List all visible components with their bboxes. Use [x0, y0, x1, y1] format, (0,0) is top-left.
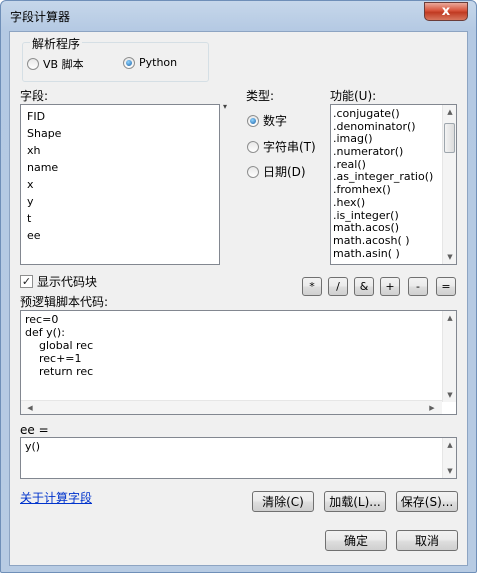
fields-label: 字段: — [20, 89, 49, 103]
load-button[interactable]: 加载(L)... — [324, 491, 386, 512]
prelogic-label: 预逻辑脚本代码: — [20, 295, 109, 309]
close-button[interactable]: x — [424, 2, 468, 21]
fields-sort-dropdown-icon[interactable]: ▾ — [223, 102, 227, 111]
expression-vscrollbar[interactable]: ▲ ▼ — [442, 438, 456, 478]
field-item-y[interactable]: y — [21, 193, 219, 210]
field-calculator-window: 字段计算器 x 解析程序 VB 脚本 Python 字段: FID Shape … — [0, 0, 477, 573]
expression-label: ee = — [20, 423, 49, 437]
parser-python-radio[interactable]: Python — [123, 56, 177, 69]
type-label: 类型: — [246, 89, 275, 103]
dialog-client-area: 解析程序 VB 脚本 Python 字段: FID Shape xh name … — [9, 31, 468, 566]
operator-equals-button[interactable]: = — [436, 277, 456, 296]
operator-divide-button[interactable]: / — [328, 277, 348, 296]
function-item[interactable]: .fromhex() — [331, 183, 456, 197]
prelogic-code-text: rec=0 def y(): global rec rec+=1 return … — [25, 313, 94, 378]
radio-number-icon — [247, 114, 259, 127]
functions-items: .conjugate() .denominator() .imag() .num… — [331, 105, 456, 260]
function-item[interactable]: math.acos() — [331, 221, 456, 235]
expression-code-text: y() — [25, 440, 41, 453]
scroll-up-icon[interactable]: ▲ — [443, 438, 457, 452]
type-date-radio[interactable]: 日期(D) — [247, 163, 306, 180]
prelogic-vscrollbar[interactable]: ▲ ▼ — [442, 311, 456, 402]
radio-date-icon — [247, 165, 259, 178]
prelogic-code-textarea[interactable]: rec=0 def y(): global rec rec+=1 return … — [20, 310, 457, 415]
scroll-left-icon[interactable]: ◀ — [23, 401, 37, 414]
parser-vb-label: VB 脚本 — [43, 58, 84, 71]
operator-plus-button[interactable]: + — [380, 277, 400, 296]
field-item-shape[interactable]: Shape — [21, 125, 219, 142]
show-codeblock-checkbox[interactable]: ✓ 显示代码块 — [20, 273, 97, 290]
type-number-radio[interactable]: 数字 — [247, 112, 287, 129]
parser-label: 解析程序 — [30, 35, 83, 52]
scroll-up-icon[interactable]: ▲ — [443, 311, 456, 325]
prelogic-hscrollbar[interactable]: ◀ ▶ — [21, 400, 442, 414]
ok-button[interactable]: 确定 — [325, 530, 387, 551]
operator-minus-button[interactable]: - — [408, 277, 428, 296]
field-item-name[interactable]: name — [21, 159, 219, 176]
save-button[interactable]: 保存(S)... — [396, 491, 458, 512]
scroll-right-icon[interactable]: ▶ — [425, 401, 439, 414]
scroll-up-icon[interactable]: ▲ — [443, 105, 456, 119]
function-item[interactable]: math.acosh( ) — [331, 234, 456, 248]
type-number-label: 数字 — [263, 114, 288, 128]
window-title: 字段计算器 — [10, 10, 71, 24]
checkmark-icon: ✓ — [20, 275, 33, 288]
function-item[interactable]: .conjugate() — [331, 107, 456, 121]
function-item[interactable]: math.asin( ) — [331, 247, 456, 261]
field-item-xh[interactable]: xh — [21, 142, 219, 159]
parser-python-label: Python — [139, 56, 178, 69]
fields-items: FID Shape xh name x y t ee — [21, 105, 219, 244]
operator-multiply-button[interactable]: * — [302, 277, 322, 296]
show-codeblock-label: 显示代码块 — [37, 275, 98, 289]
parser-vb-radio[interactable]: VB 脚本 — [27, 56, 84, 72]
field-item-x[interactable]: x — [21, 176, 219, 193]
type-string-label: 字符串(T) — [263, 140, 316, 154]
operator-and-button[interactable]: & — [354, 277, 374, 296]
functions-scroll-thumb[interactable] — [444, 123, 455, 153]
scroll-down-icon[interactable]: ▼ — [443, 464, 457, 478]
function-item[interactable]: .numerator() — [331, 145, 456, 159]
field-item-t[interactable]: t — [21, 210, 219, 227]
type-string-radio[interactable]: 字符串(T) — [247, 138, 316, 155]
title-bar[interactable]: 字段计算器 x — [1, 1, 476, 31]
field-item-fid[interactable]: FID — [21, 108, 219, 125]
functions-list[interactable]: .conjugate() .denominator() .imag() .num… — [330, 104, 457, 265]
function-item[interactable]: .hex() — [331, 196, 456, 210]
radio-string-icon — [247, 140, 259, 153]
radio-vb-icon — [27, 58, 39, 70]
fields-list[interactable]: FID Shape xh name x y t ee — [20, 104, 220, 265]
cancel-button[interactable]: 取消 — [396, 530, 458, 551]
scroll-down-icon[interactable]: ▼ — [443, 250, 456, 264]
functions-label: 功能(U): — [330, 89, 377, 103]
type-date-label: 日期(D) — [263, 165, 306, 179]
scroll-down-icon[interactable]: ▼ — [443, 388, 456, 402]
close-icon: x — [441, 4, 451, 19]
clear-button[interactable]: 清除(C) — [252, 491, 314, 512]
field-item-ee[interactable]: ee — [21, 227, 219, 244]
functions-scrollbar[interactable]: ▲ ▼ — [442, 105, 456, 264]
parser-groupbox: 解析程序 VB 脚本 Python — [22, 35, 209, 82]
expression-textarea[interactable]: y() ▲ ▼ — [20, 437, 457, 479]
about-calculate-field-link[interactable]: 关于计算字段 — [20, 489, 92, 506]
radio-python-icon — [123, 56, 135, 69]
